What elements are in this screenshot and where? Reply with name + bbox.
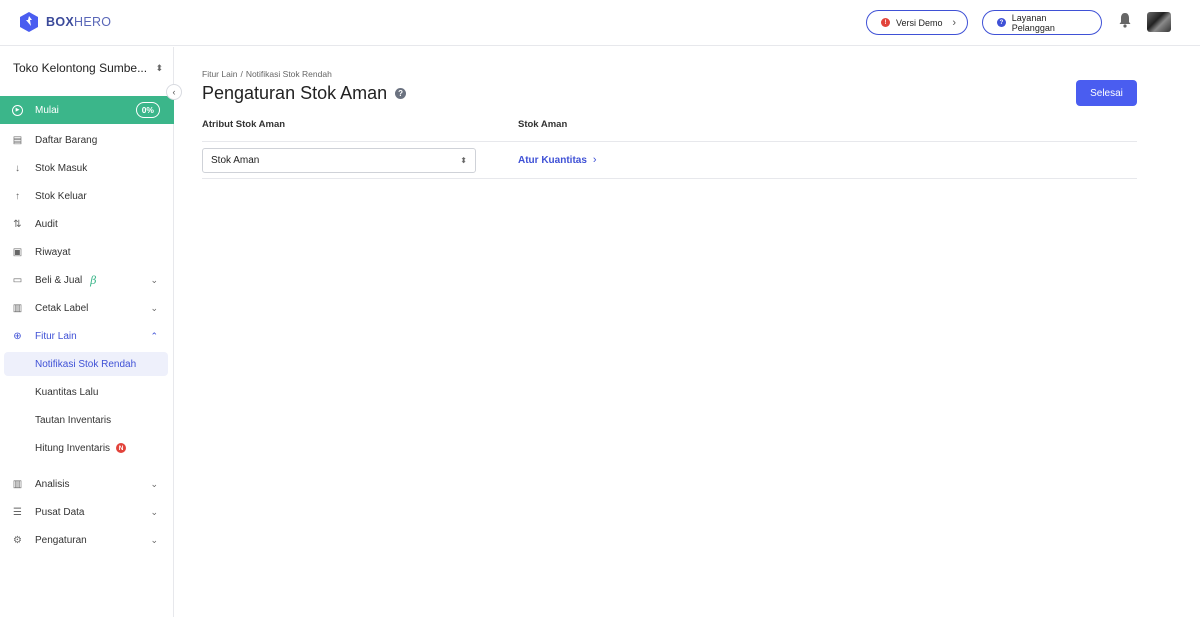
chevron-down-icon: ⌄ <box>150 478 158 489</box>
plus-circle-icon: ⊕ <box>13 330 22 342</box>
sidebar-item-label: Stok Keluar <box>35 190 87 202</box>
sidebar-item-audit[interactable]: ⇅ Audit <box>0 212 174 236</box>
chevron-right-icon: › <box>952 16 956 29</box>
logo[interactable]: BOXHERO <box>19 11 111 33</box>
page-title: Pengaturan Stok Aman ? <box>202 83 407 104</box>
sidebar-item-label: Stok Masuk <box>35 162 88 174</box>
collapse-sidebar-button[interactable]: ‹ <box>166 84 182 100</box>
column-header-safety-stock: Stok Aman <box>518 119 568 130</box>
chevron-up-icon: ⌃ <box>150 330 158 341</box>
sidebar-item-label: Fitur Lain <box>35 330 77 342</box>
sidebar-subitem-label: Notifikasi Stok Rendah <box>35 358 137 370</box>
chevron-right-icon: › <box>592 154 597 166</box>
done-button[interactable]: Selesai <box>1076 80 1137 106</box>
sidebar-item-label: Daftar Barang <box>35 134 98 146</box>
chevron-down-icon: ⌄ <box>150 506 158 517</box>
breadcrumb: Fitur Lain / Notifikasi Stok Rendah <box>202 69 332 79</box>
store-name: Toko Kelontong Sumbe... <box>13 61 148 75</box>
set-quantity-link[interactable]: Atur Kuantitas › <box>518 154 597 166</box>
safety-stock-attribute-select[interactable]: Stok Aman ⬍ <box>202 148 476 173</box>
divider <box>202 141 1137 142</box>
divider <box>202 178 1137 179</box>
bell-icon[interactable] <box>1118 12 1132 28</box>
breadcrumb-separator: / <box>240 69 243 79</box>
select-value: Stok Aman <box>211 155 260 166</box>
play-icon: ▶ <box>12 104 23 116</box>
sidebar-item-label: Pengaturan <box>35 534 87 546</box>
boxhero-logo-icon <box>20 12 38 32</box>
chevron-down-icon: ⌄ <box>150 274 158 285</box>
sidebar-item-label: Audit <box>35 218 58 230</box>
store-selector[interactable]: Toko Kelontong Sumbe... ⬍ <box>13 61 163 75</box>
help-icon[interactable]: ? <box>395 88 407 99</box>
demo-version-button[interactable]: ! Versi Demo › <box>866 10 968 35</box>
breadcrumb-item[interactable]: Fitur Lain <box>202 69 237 79</box>
help-icon: ? <box>997 18 1006 27</box>
sidebar-subitem-low-stock-notification[interactable]: Notifikasi Stok Rendah <box>4 352 168 376</box>
sidebar-item-item-list[interactable]: ▤ Daftar Barang <box>0 128 174 152</box>
sidebar-item-other-features[interactable]: ⊕ Fitur Lain ⌃ <box>0 324 174 348</box>
chart-icon: ▥ <box>12 478 23 490</box>
sidebar-subitem-inventory-link[interactable]: Tautan Inventaris <box>4 408 168 432</box>
new-badge: N <box>116 443 127 453</box>
arrow-up-icon: ↑ <box>15 190 20 202</box>
sidebar-item-label: Beli & Jual <box>35 274 83 286</box>
sort-icon: ⬍ <box>155 62 163 73</box>
sidebar-subitem-label: Tautan Inventaris <box>35 414 112 426</box>
avatar[interactable] <box>1147 12 1171 32</box>
sort-icon: ⬍ <box>460 156 467 165</box>
list-icon: ▤ <box>12 134 23 146</box>
sidebar-item-data-center[interactable]: ☰ Pusat Data ⌄ <box>0 500 174 524</box>
sidebar-subitem-label: Hitung Inventaris <box>35 442 111 454</box>
demo-version-label: Versi Demo <box>896 17 943 28</box>
progress-badge: 0% <box>135 102 160 118</box>
sidebar-item-label: Riwayat <box>35 246 71 258</box>
customer-service-button[interactable]: ? Layanan Pelanggan <box>982 10 1102 35</box>
sidebar-subitem-label: Kuantitas Lalu <box>35 386 99 398</box>
swap-icon: ⇅ <box>13 218 22 230</box>
sidebar-item-stock-out[interactable]: ↑ Stok Keluar <box>0 184 174 208</box>
sidebar-item-settings[interactable]: ⚙ Pengaturan ⌄ <box>0 528 174 552</box>
breadcrumb-item-current: Notifikasi Stok Rendah <box>245 69 332 79</box>
sidebar-item-buy-sell[interactable]: ▭ Beli & Jual β ⌄ <box>0 268 174 292</box>
customer-service-label: Layanan Pelanggan <box>1011 12 1055 33</box>
sidebar-item-label: Analisis <box>35 478 70 490</box>
history-icon: ▣ <box>12 246 23 258</box>
main-content: Fitur Lain / Notifikasi Stok Rendah Pengat… <box>175 47 1200 617</box>
column-header-safety-stock-attribute: Atribut Stok Aman <box>202 119 286 130</box>
alert-icon: ! <box>881 18 890 27</box>
label-icon: ▥ <box>12 302 23 314</box>
chevron-down-icon: ⌄ <box>150 534 158 545</box>
top-bar: BOXHERO ! Versi Demo › ? Layanan Pelangg… <box>0 0 1200 46</box>
sidebar: Toko Kelontong Sumbe... ⬍ ▶ Mulai 0% ▤ D… <box>0 47 174 617</box>
sidebar-item-label: Cetak Label <box>35 302 89 314</box>
sidebar-item-label: Mulai <box>35 104 59 116</box>
set-quantity-label: Atur Kuantitas <box>518 154 587 166</box>
sidebar-item-analysis[interactable]: ▥ Analisis ⌄ <box>0 472 174 496</box>
sidebar-subitem-inventory-count[interactable]: Hitung Inventaris N <box>4 436 168 460</box>
arrow-down-icon: ↓ <box>15 162 20 174</box>
sidebar-item-history[interactable]: ▣ Riwayat <box>0 240 174 264</box>
chevron-down-icon: ⌄ <box>150 302 158 313</box>
database-icon: ☰ <box>13 506 22 518</box>
gear-icon: ⚙ <box>13 534 22 546</box>
sidebar-item-label: Pusat Data <box>35 506 85 518</box>
document-icon: ▭ <box>12 274 23 286</box>
sidebar-item-print-label[interactable]: ▥ Cetak Label ⌄ <box>0 296 174 320</box>
page-title-text: Pengaturan Stok Aman <box>202 83 388 103</box>
beta-badge: β <box>90 273 97 287</box>
logo-text: BOXHERO <box>46 15 112 29</box>
sidebar-item-start[interactable]: ▶ Mulai 0% <box>0 96 174 124</box>
sidebar-subitem-past-quantity[interactable]: Kuantitas Lalu <box>4 380 168 404</box>
sidebar-item-stock-in[interactable]: ↓ Stok Masuk <box>0 156 174 180</box>
